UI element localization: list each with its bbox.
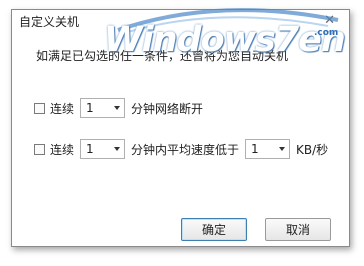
- network-disconnect-label: 分钟网络断开: [131, 101, 204, 116]
- network-disconnect-checkbox[interactable]: [34, 102, 45, 114]
- minutes-select-value: 1: [86, 101, 94, 115]
- option-network-disconnect: 连续 1 分钟网络断开: [34, 97, 203, 119]
- dialog-title: 自定义关机: [19, 15, 80, 29]
- continuous-label: 连续: [50, 142, 75, 157]
- speed-select[interactable]: 1: [245, 139, 291, 159]
- low-speed-label: 分钟内平均速度低于: [131, 142, 240, 157]
- cancel-button[interactable]: 取消: [265, 218, 331, 241]
- description-text: 如满足已勾选的任一条件，还曾将为您自动关机: [36, 49, 289, 63]
- ok-button[interactable]: 确定: [181, 218, 247, 241]
- close-icon[interactable]: ✕: [324, 13, 335, 28]
- minutes-select[interactable]: 1: [80, 98, 126, 118]
- option-low-speed: 连续 1 分钟内平均速度低于 1 KB/秒: [34, 138, 328, 160]
- custom-shutdown-dialog: 自定义关机 ✕ 如满足已勾选的任一条件，还曾将为您自动关机 连续 1 分钟网络断…: [11, 9, 350, 247]
- speed-unit-label: KB/秒: [296, 142, 329, 157]
- continuous-label: 连续: [50, 101, 75, 116]
- chevron-down-icon: [114, 147, 121, 151]
- low-speed-checkbox[interactable]: [34, 143, 45, 155]
- chevron-down-icon: [279, 147, 286, 151]
- minutes-select-value: 1: [86, 142, 94, 156]
- chevron-down-icon: [114, 106, 121, 110]
- minutes-select[interactable]: 1: [80, 139, 126, 159]
- speed-select-value: 1: [251, 142, 259, 156]
- title-bar: 自定义关机 ✕: [12, 10, 349, 32]
